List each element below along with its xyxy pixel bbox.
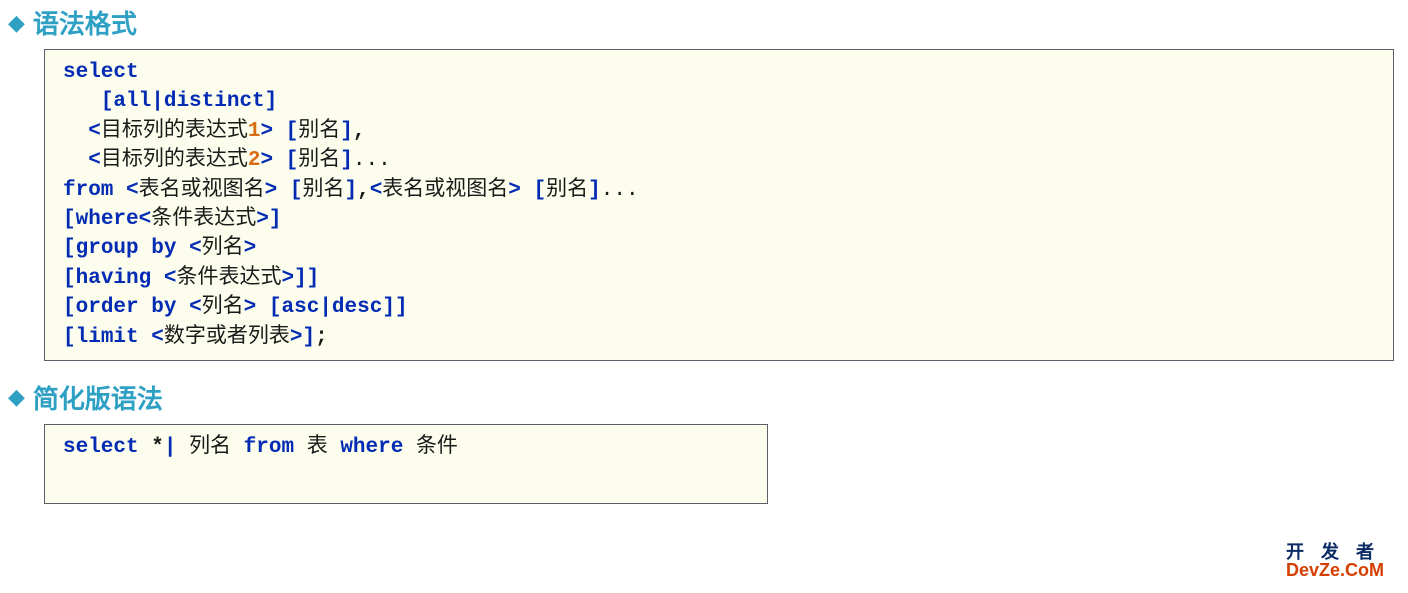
kw-by: by (151, 237, 176, 260)
num-2: 2 (248, 149, 261, 172)
alias: 别名 (298, 149, 340, 172)
lt: < (139, 208, 152, 231)
kw-select: select (63, 61, 139, 84)
gt: > (281, 267, 294, 290)
bracket-close: ] (340, 120, 353, 143)
gt: > (290, 326, 303, 349)
bracket-open: [ (290, 179, 303, 202)
bracket-open: [ (63, 208, 76, 231)
bracket-close: ] (395, 296, 408, 319)
pipe: | (319, 296, 332, 319)
condition: 条件 (416, 436, 458, 459)
kw-by: by (151, 296, 176, 319)
heading-text: 语法格式 (33, 4, 137, 41)
column-name: 列名 (202, 296, 244, 319)
kw-distinct: distinct (164, 90, 265, 113)
gt: > (260, 120, 273, 143)
ellipsis: ... (353, 149, 391, 172)
kw-where: where (340, 436, 403, 459)
semicolon: ; (315, 326, 328, 349)
column-name: 列名 (189, 436, 231, 459)
sql-simplified-codeblock: select *| 列名 from 表 where 条件 (44, 424, 768, 504)
pipe: | (164, 436, 177, 459)
watermark-line2: DevZe.CoM (1286, 561, 1384, 579)
bracket-open: [ (269, 296, 282, 319)
bracket-open: [ (101, 90, 114, 113)
kw-select: select (63, 436, 139, 459)
lt: < (88, 120, 101, 143)
bracket-close: ] (588, 179, 601, 202)
lt: < (88, 149, 101, 172)
bracket-open: [ (534, 179, 547, 202)
bracket-open: [ (63, 326, 76, 349)
sql-syntax-codeblock: select [all|distinct] <目标列的表达式1> [别名], <… (44, 49, 1394, 361)
watermark-logo: 开 发 者 DevZe.CoM (1286, 543, 1384, 579)
table-name: 表 (307, 436, 328, 459)
alias: 别名 (546, 179, 588, 202)
kw-from: from (63, 179, 113, 202)
condition-expr: 条件表达式 (176, 267, 281, 290)
pipe: | (151, 90, 164, 113)
gt: > (244, 296, 257, 319)
target-expr-2: 目标列的表达式 (101, 149, 248, 172)
lt: < (370, 179, 383, 202)
kw-group: group (76, 237, 139, 260)
bracket-close: ] (344, 179, 357, 202)
heading-simplified-syntax: ◆ 简化版语法 (0, 379, 1408, 416)
star: * (151, 436, 164, 459)
lt: < (164, 267, 177, 290)
diamond-bullet-icon: ◆ (8, 386, 25, 408)
target-expr-1: 目标列的表达式 (101, 120, 248, 143)
bracket-close: ] (302, 326, 315, 349)
bracket-close: ] (340, 149, 353, 172)
gt: > (260, 149, 273, 172)
bracket-open: [ (286, 120, 299, 143)
gt: > (256, 208, 269, 231)
kw-desc: desc (332, 296, 382, 319)
kw-where: where (76, 208, 139, 231)
number-or-list: 数字或者列表 (164, 326, 290, 349)
table-or-view: 表名或视图名 (139, 179, 265, 202)
bracket-close: ] (265, 90, 278, 113)
table-or-view: 表名或视图名 (382, 179, 508, 202)
diamond-bullet-icon: ◆ (8, 12, 25, 34)
bracket-close: ] (294, 267, 307, 290)
column-name: 列名 (202, 237, 244, 260)
lt: < (151, 326, 164, 349)
comma: , (353, 120, 366, 143)
gt: > (508, 179, 521, 202)
heading-text: 简化版语法 (33, 379, 163, 416)
watermark-line1: 开 发 者 (1286, 543, 1384, 561)
lt: < (189, 237, 202, 260)
comma: , (357, 179, 370, 202)
lt: < (126, 179, 139, 202)
ellipsis: ... (601, 179, 639, 202)
kw-all: all (113, 90, 151, 113)
kw-limit: limit (76, 326, 139, 349)
bracket-open: [ (63, 267, 76, 290)
kw-order: order (76, 296, 139, 319)
kw-having: having (76, 267, 152, 290)
alias: 别名 (302, 179, 344, 202)
kw-asc: asc (282, 296, 320, 319)
bracket-close: ] (307, 267, 320, 290)
bracket-close: ] (269, 208, 282, 231)
alias: 别名 (298, 120, 340, 143)
gt: > (244, 237, 257, 260)
lt: < (189, 296, 202, 319)
bracket-close: ] (382, 296, 395, 319)
bracket-open: [ (286, 149, 299, 172)
bracket-open: [ (63, 296, 76, 319)
bracket-open: [ (63, 237, 76, 260)
num-1: 1 (248, 120, 261, 143)
heading-syntax-format: ◆ 语法格式 (0, 4, 1408, 41)
condition-expr: 条件表达式 (151, 208, 256, 231)
kw-from: from (244, 436, 294, 459)
gt: > (265, 179, 278, 202)
